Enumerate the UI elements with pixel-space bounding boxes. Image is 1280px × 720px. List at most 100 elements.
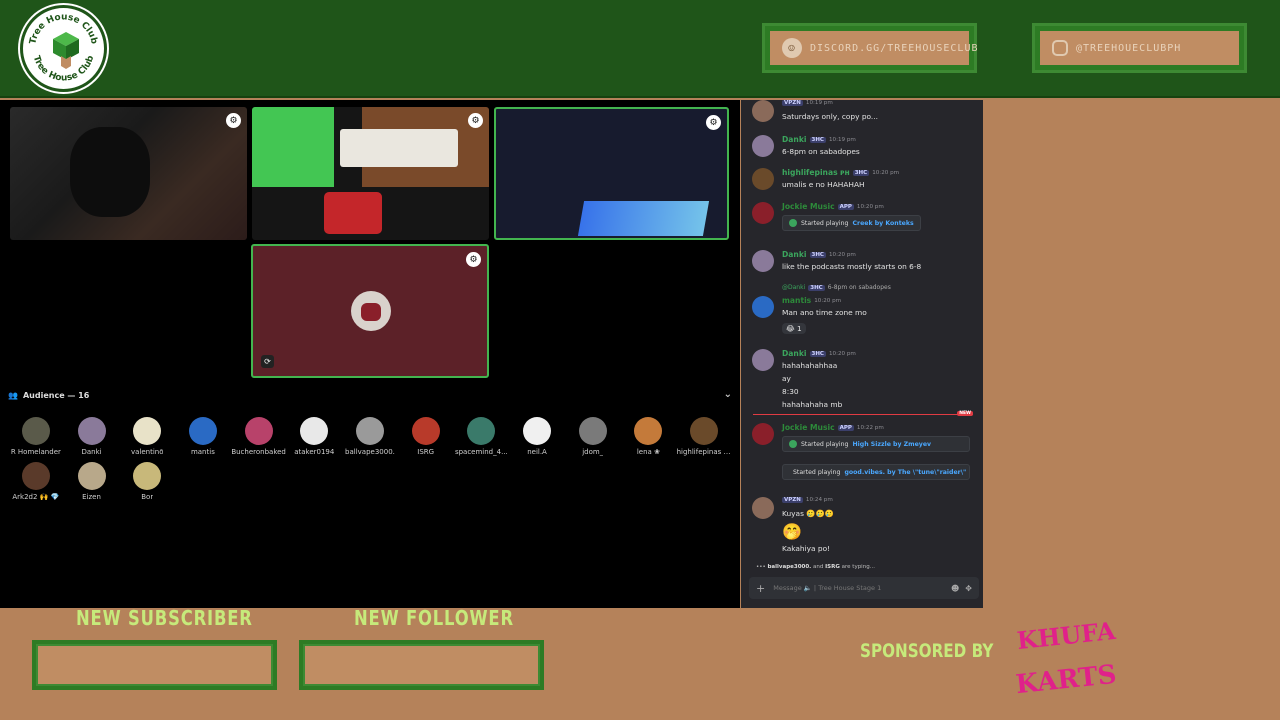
audience-member[interactable]: mantis: [175, 417, 231, 456]
audience-member[interactable]: ballvape3000.: [342, 417, 398, 456]
avatar: [300, 417, 329, 445]
audience-member[interactable]: Ark2d2 🙌 💎: [8, 462, 64, 501]
stage-panel: ⚙ ⚙ ⚙ ⚙ ⟳ 👥 Audience — 16 ⌄ R Homelander…: [0, 100, 740, 608]
audience-member[interactable]: R Homelander: [8, 417, 64, 456]
audience-name: Ark2d2 🙌 💎: [12, 493, 60, 501]
song-title[interactable]: High Sizzle by Zmeyev: [853, 441, 932, 448]
avatar: [523, 417, 552, 445]
avatar: [188, 417, 217, 445]
audience-name: spacemind_4...: [454, 448, 508, 456]
avatar[interactable]: [752, 135, 774, 157]
discord-url: DISCORD.GG/TREEHOUSECLUB: [810, 42, 979, 54]
composer-placeholder[interactable]: Message 🔈 | Tree House Stage 1: [773, 584, 881, 592]
audience-header[interactable]: 👥 Audience — 16 ⌄: [8, 389, 732, 401]
chevron-down-icon[interactable]: ⌄: [724, 389, 732, 400]
message-header: highlifepinas ᴘʜ 3HC 10:20 pm: [782, 168, 899, 177]
video-tile-2[interactable]: ⚙: [252, 107, 489, 240]
avatar[interactable]: [752, 100, 774, 122]
avatar[interactable]: [752, 423, 774, 445]
audience-member[interactable]: ataker0194: [286, 417, 342, 456]
emoji-icon[interactable]: ☻: [951, 584, 959, 593]
avatar[interactable]: [752, 250, 774, 272]
now-playing-embed[interactable]: Started playing High Sizzle by Zmeyev: [782, 436, 970, 452]
message-header: Jockie Music APP 10:22 pm: [782, 423, 884, 432]
tile-menu-icon[interactable]: ⚙: [466, 252, 481, 267]
audience-member[interactable]: jdom_: [565, 417, 621, 456]
tile-menu-icon[interactable]: ⚙: [706, 115, 721, 130]
new-follower-title: NEW FOLLOWER: [354, 606, 514, 630]
tile-menu-icon[interactable]: ⚙: [226, 113, 241, 128]
message-composer[interactable]: + Message 🔈 | Tree House Stage 1 ☻ ✥: [749, 577, 979, 599]
chat-username[interactable]: highlifepinas ᴘʜ: [782, 168, 850, 177]
video-tile-3[interactable]: ⚙: [494, 107, 729, 240]
timestamp: 10:19 pm: [828, 136, 856, 143]
now-playing-embed[interactable]: Started playing Creek by Konteks: [782, 215, 921, 231]
message-header: Jockie Music APP 10:20 pm: [782, 202, 884, 211]
song-title[interactable]: Creek by Konteks: [853, 220, 914, 227]
audience-member[interactable]: ISRG: [398, 417, 454, 456]
audience-icon: 👥: [8, 390, 18, 400]
sponsor-logo-word2: KARTS: [1015, 660, 1118, 700]
timestamp: 10:24 pm: [805, 497, 833, 503]
role-tag: APP: [837, 203, 854, 210]
avatar: [133, 462, 162, 490]
avatar[interactable]: [752, 349, 774, 371]
audience-member[interactable]: Danki: [64, 417, 120, 456]
message-text: 8:30: [782, 387, 799, 396]
chat-username[interactable]: Danki: [782, 349, 807, 358]
new-messages-divider: NEW: [753, 411, 973, 416]
avatar[interactable]: [752, 202, 774, 224]
audience-label: Audience — 16: [22, 390, 90, 400]
audience-member[interactable]: highlifepinas ᴘʜ: [676, 417, 732, 456]
avatar[interactable]: [752, 296, 774, 318]
chat-panel: VPZN 10:24 pm Kuyas 🥲🥲🥲 🤭 Kakahiya po! Jockie…: [741, 100, 983, 608]
apps-icon[interactable]: ✥: [965, 584, 972, 593]
audience-member[interactable]: valentinō: [119, 417, 175, 456]
avatar: [77, 417, 106, 445]
video-tile-1[interactable]: ⚙: [10, 107, 247, 240]
audience-member[interactable]: Bor: [119, 462, 175, 501]
avatar[interactable]: [752, 497, 774, 519]
audience-member[interactable]: Bucheronbaked: [231, 417, 287, 456]
chat-username[interactable]: Jockie Music: [782, 202, 835, 211]
audience-member[interactable]: lena ❀: [621, 417, 677, 456]
audience-member[interactable]: spacemind_4...: [454, 417, 510, 456]
tree-house-club-logo: Tree House Club Tree House Club: [20, 5, 107, 92]
avatar: [21, 417, 50, 445]
role-tag: 3HC: [809, 251, 826, 258]
message-header: Danki 3HC 10:20 pm: [782, 349, 856, 358]
reaction-badge[interactable]: 😂 1: [782, 323, 806, 334]
embed-prefix: Started playing: [801, 219, 849, 227]
chat-username[interactable]: mantis: [782, 296, 811, 305]
stream-icon[interactable]: ⟳: [261, 355, 274, 368]
chat-username[interactable]: Danki: [782, 250, 807, 259]
reply-text: 6-8pm on sabadopes: [827, 284, 891, 291]
typing-dots-icon: •••: [756, 564, 766, 570]
audience-name: ballvape3000.: [345, 448, 395, 456]
chat-username[interactable]: Jockie Music: [782, 423, 835, 432]
typing-user: ISRG: [825, 564, 840, 570]
speaker-tile[interactable]: ⚙ ⟳: [251, 244, 489, 378]
timestamp: 10:22 pm: [856, 424, 884, 431]
discord-link[interactable]: ☺ DISCORD.GG/TREEHOUSECLUB: [765, 26, 978, 70]
avatar: [411, 417, 440, 445]
add-attachment-icon[interactable]: +: [756, 582, 765, 595]
avatar: [355, 417, 384, 445]
tile-scene: [324, 192, 382, 234]
chat-username[interactable]: Danki: [782, 135, 807, 144]
reply-preview[interactable]: @Danki 3HC 6-8pm on sabadopes: [782, 284, 891, 291]
audience-name: jdom_: [582, 448, 604, 456]
avatar: [21, 462, 50, 490]
audience-name: Bucheronbaked: [231, 448, 286, 456]
audience-member[interactable]: Eizen: [64, 462, 120, 501]
play-status-icon: [789, 440, 797, 448]
tile-menu-icon[interactable]: ⚙: [468, 113, 483, 128]
audience-member[interactable]: neil.A: [509, 417, 565, 456]
now-playing-embed[interactable]: Started playing good.vibes. by The \"tune…: [782, 464, 970, 480]
instagram-link[interactable]: @TREEHOUECLUBPH: [1035, 26, 1244, 70]
audience-name: mantis: [190, 448, 215, 456]
sponsor-logo: KHUFA KARTS: [1015, 616, 1118, 700]
avatar[interactable]: [752, 168, 774, 190]
song-title[interactable]: good.vibes. by The \"tune\"raider\": [845, 469, 967, 476]
audience-name: Bor: [141, 493, 154, 501]
